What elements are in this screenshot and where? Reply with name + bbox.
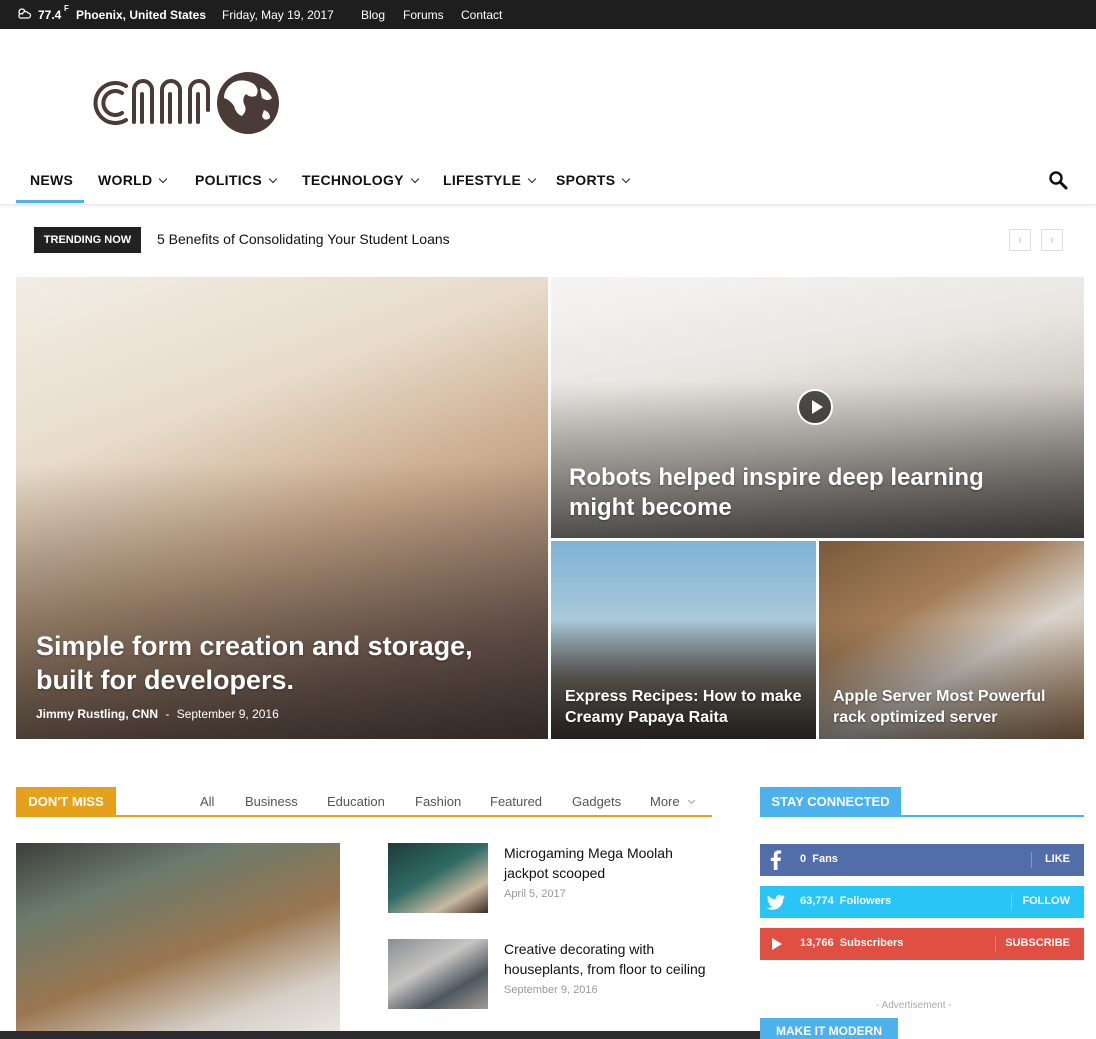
chevron-down-icon	[159, 174, 168, 184]
facebook-count: 0 Fans	[800, 853, 838, 865]
nav-item-world[interactable]: WORLD	[98, 172, 168, 188]
chevron-down-icon	[527, 174, 537, 184]
trending-next-button[interactable]: ›	[1041, 229, 1063, 251]
twitter-count-unit: Followers	[839, 895, 892, 907]
tab-fashion[interactable]: Fashion	[415, 794, 461, 809]
divider	[995, 936, 996, 952]
nav-item-label: NEWS	[30, 172, 74, 188]
nav-item-politics[interactable]: POLITICS	[195, 172, 278, 188]
hero-bottom-right-title[interactable]: Apple Server Most Powerful rack optimize…	[833, 686, 1078, 728]
facebook-social-row[interactable]: 0 Fans LIKE	[760, 844, 1084, 876]
partly-cloudy-icon	[18, 8, 32, 19]
advertisement-label: - Advertisement -	[876, 1000, 952, 1011]
trending-headline[interactable]: 5 Benefits of Consolidating Your Student…	[157, 231, 450, 247]
meta-separator: -	[165, 707, 170, 721]
nav-item-label: POLITICS	[195, 172, 262, 188]
nav-item-news[interactable]: NEWS	[30, 172, 73, 188]
tab-featured[interactable]: Featured	[490, 794, 542, 809]
blog-link[interactable]: Blog	[361, 8, 385, 22]
contact-link[interactable]: Contact	[461, 8, 502, 22]
article-title[interactable]: Creative decorating with houseplants, fr…	[504, 939, 714, 979]
hero-top-right-title[interactable]: Robots helped inspire deep learning migh…	[569, 463, 989, 523]
active-nav-indicator	[16, 200, 84, 203]
chevron-down-icon	[410, 174, 420, 184]
article-thumbnail[interactable]	[388, 939, 488, 1009]
chevron-down-icon	[622, 174, 631, 184]
nav-item-technology[interactable]: TECHNOLOGY	[302, 172, 420, 188]
weather-location: Phoenix, United States	[76, 8, 207, 22]
youtube-play-icon	[772, 938, 782, 950]
facebook-count-value: 0	[800, 853, 807, 865]
hero-main-meta: Jimmy Rustling, CNN - September 9, 2016	[36, 707, 279, 721]
hero-top-right-article[interactable]: Robots helped inspire deep learning migh…	[551, 277, 1084, 538]
youtube-subscribe-button[interactable]: SUBSCRIBE	[1005, 937, 1070, 949]
play-video-icon[interactable]	[797, 389, 833, 425]
author-name[interactable]: Jimmy Rustling, CNN	[36, 707, 158, 721]
tab-more-label: More	[650, 794, 680, 809]
facebook-like-button[interactable]: LIKE	[1045, 853, 1070, 865]
stay-connected-divider	[760, 815, 1084, 817]
twitter-icon	[766, 894, 786, 910]
hero-main-title[interactable]: Simple form creation and storage, built …	[36, 629, 506, 697]
dont-miss-featured-image[interactable]	[16, 843, 340, 1039]
nav-item-lifestyle[interactable]: LIFESTYLE	[443, 172, 537, 188]
tab-more[interactable]: More	[650, 794, 695, 809]
stay-connected-label: STAY CONNECTED	[760, 787, 901, 816]
weather-temperature: 77.4	[38, 8, 62, 22]
twitter-social-row[interactable]: 63,774 Followers FOLLOW	[760, 886, 1084, 918]
weather-unit: F	[64, 4, 69, 13]
nav-item-label: TECHNOLOGY	[302, 172, 404, 188]
youtube-count-unit: Subscribers	[839, 937, 904, 949]
dont-miss-label: DON'T MISS	[16, 787, 116, 816]
divider	[1031, 852, 1032, 868]
article-date: September 9, 2016	[176, 707, 279, 721]
tab-gadgets[interactable]: Gadgets	[572, 794, 621, 809]
nav-item-label: LIFESTYLE	[443, 172, 522, 188]
make-it-modern-label: MAKE IT MODERN	[760, 1018, 898, 1039]
trending-now-label: TRENDING NOW	[34, 227, 141, 253]
image-overlay	[16, 461, 548, 739]
twitter-count-value: 63,774	[800, 895, 834, 907]
nav-item-label: WORLD	[98, 172, 153, 188]
twitter-count: 63,774 Followers	[800, 895, 891, 907]
nav-item-sports[interactable]: SPORTS	[556, 172, 631, 188]
bottom-image-strip	[0, 1031, 760, 1039]
youtube-count: 13,766 Subscribers	[800, 937, 903, 949]
twitter-follow-button[interactable]: FOLLOW	[1022, 895, 1070, 907]
tab-education[interactable]: Education	[327, 794, 385, 809]
article-date: April 5, 2017	[504, 888, 566, 900]
main-navigation: NEWS WORLD POLITICS TECHNOLOGY LIFESTYLE…	[0, 158, 1096, 205]
dont-miss-divider	[16, 815, 712, 817]
tab-business[interactable]: Business	[245, 794, 298, 809]
nav-item-label: SPORTS	[556, 172, 616, 188]
tab-all[interactable]: All	[200, 794, 214, 809]
hero-bottom-right-article[interactable]: Apple Server Most Powerful rack optimize…	[819, 541, 1084, 739]
trending-prev-button[interactable]: ‹	[1009, 229, 1031, 251]
hero-main-article[interactable]: Simple form creation and storage, built …	[16, 277, 548, 739]
chevron-down-icon	[268, 174, 278, 184]
youtube-count-value: 13,766	[800, 937, 834, 949]
facebook-count-unit: Fans	[812, 853, 838, 865]
forums-link[interactable]: Forums	[403, 8, 444, 22]
current-date: Friday, May 19, 2017	[222, 8, 334, 22]
facebook-icon	[770, 850, 782, 870]
divider	[1011, 894, 1012, 910]
top-bar: 77.4 F Phoenix, United States Friday, Ma…	[0, 0, 1096, 29]
cnn-logo[interactable]	[86, 70, 286, 136]
chevron-down-icon	[687, 796, 695, 805]
youtube-social-row[interactable]: 13,766 Subscribers SUBSCRIBE	[760, 928, 1084, 960]
article-date: September 9, 2016	[504, 984, 598, 996]
hero-bottom-left-title[interactable]: Express Recipes: How to make Creamy Papa…	[565, 686, 810, 728]
search-icon[interactable]	[1048, 170, 1068, 190]
article-thumbnail[interactable]	[388, 843, 488, 913]
article-title[interactable]: Microgaming Mega Moolah jackpot scooped	[504, 843, 714, 883]
hero-bottom-left-article[interactable]: Express Recipes: How to make Creamy Papa…	[551, 541, 816, 739]
